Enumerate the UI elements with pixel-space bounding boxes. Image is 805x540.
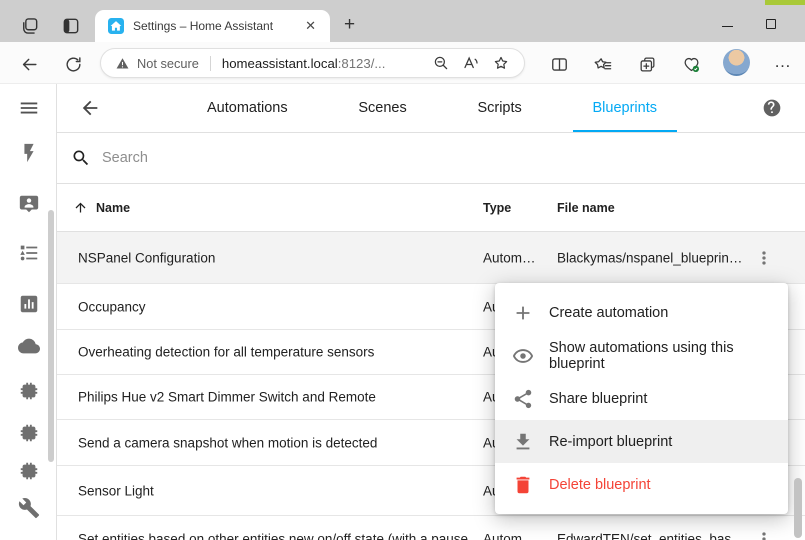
tab-scenes[interactable]: Scenes: [338, 84, 426, 132]
menu-item-delete-blueprint[interactable]: Delete blueprint: [495, 463, 788, 506]
menu-item-label: Share blueprint: [549, 391, 647, 407]
row-name: NSPanel Configuration: [78, 250, 468, 265]
sort-ascending-icon: [73, 200, 88, 215]
tab-close-icon[interactable]: ✕: [301, 18, 320, 34]
screen-indicator-strip: [765, 0, 805, 5]
window-maximize-icon[interactable]: [756, 10, 786, 32]
row-overflow-menu-icon[interactable]: [751, 245, 777, 271]
url-host: homeassistant.local: [222, 56, 338, 71]
table-row-set-entities[interactable]: Set entities based on other entities new…: [57, 516, 805, 540]
address-bar[interactable]: Not secure homeassistant.local:8123/...: [100, 48, 525, 78]
row-name: Set entities based on other entities new…: [78, 531, 468, 540]
plus-icon: [512, 302, 534, 324]
table-header: Name Type File name: [57, 184, 805, 232]
sidebar-item-developer-tools[interactable]: [17, 496, 41, 520]
split-screen-icon[interactable]: [546, 51, 572, 77]
workspaces-icon[interactable]: [18, 14, 42, 38]
row-name: Philips Hue v2 Smart Dimmer Switch and R…: [78, 390, 468, 405]
page-scrollbar[interactable]: [794, 478, 802, 538]
hamburger-menu-icon[interactable]: [17, 96, 41, 120]
download-icon: [512, 431, 534, 453]
row-file: EdwardTEN/set_entities_bas…: [557, 531, 749, 540]
row-type: Autom…: [483, 250, 549, 265]
browser-toolbar: Not secure homeassistant.local:8123/...: [0, 42, 805, 84]
menu-item-create-automation[interactable]: Create automation: [495, 291, 788, 334]
menu-item-label: Re-import blueprint: [549, 434, 672, 450]
sidebar-item-chip-2[interactable]: [17, 421, 41, 445]
column-header-name[interactable]: Name: [73, 184, 130, 231]
tab-blueprints[interactable]: Blueprints: [573, 84, 677, 132]
row-name: Send a camera snapshot when motion is de…: [78, 435, 468, 450]
profile-avatar[interactable]: [723, 49, 750, 76]
read-aloud-icon[interactable]: [456, 50, 486, 76]
row-type: Autom: [483, 531, 549, 540]
row-name: Occupancy: [78, 299, 468, 314]
table-row-nspanel[interactable]: NSPanel Configuration Autom… Blackymas/n…: [57, 232, 805, 284]
menu-item-label: Delete blueprint: [549, 477, 651, 493]
menu-item-label: Create automation: [549, 305, 668, 321]
divider: [210, 56, 211, 71]
ha-header: Automations Scenes Scripts Blueprints: [57, 84, 805, 133]
back-icon[interactable]: [16, 51, 42, 77]
home-assistant-logo-icon: [108, 18, 124, 34]
column-header-type[interactable]: Type: [483, 184, 511, 231]
security-label: Not secure: [137, 56, 199, 71]
ha-sidebar: [0, 84, 57, 540]
blueprint-context-menu: Create automation Show automations using…: [495, 283, 788, 514]
sidebar-item-energy[interactable]: [17, 141, 41, 165]
favorite-star-icon[interactable]: [486, 50, 516, 76]
sidebar-item-history[interactable]: [17, 292, 41, 316]
sidebar-item-person[interactable]: [17, 192, 41, 216]
ha-back-icon[interactable]: [77, 96, 103, 122]
window-minimize-icon[interactable]: [712, 10, 742, 32]
row-name: Sensor Light: [78, 483, 468, 498]
browser-essentials-icon[interactable]: [678, 51, 704, 77]
row-file: Blackymas/nspanel_blueprin…: [557, 250, 749, 265]
share-icon: [512, 388, 534, 410]
zoom-out-icon[interactable]: [426, 50, 456, 76]
search-input[interactable]: [100, 149, 805, 167]
column-header-file[interactable]: File name: [557, 184, 615, 231]
browser-menu-icon[interactable]: …: [768, 48, 798, 76]
help-icon[interactable]: [761, 98, 783, 120]
row-overflow-menu-icon[interactable]: [751, 526, 777, 540]
tab-scripts[interactable]: Scripts: [457, 84, 541, 132]
browser-titlebar: Settings – Home Assistant ✕ +: [0, 0, 805, 42]
favorites-bar-icon[interactable]: [590, 51, 616, 77]
new-tab-icon[interactable]: +: [338, 14, 361, 35]
browser-tab[interactable]: Settings – Home Assistant ✕: [95, 10, 330, 42]
menu-item-label: Show automations using this blueprint: [549, 340, 772, 372]
menu-item-reimport-blueprint[interactable]: Re-import blueprint: [495, 420, 788, 463]
browser-window: Settings – Home Assistant ✕ +: [0, 0, 805, 540]
security-status[interactable]: Not secure: [115, 56, 199, 71]
menu-item-show-automations[interactable]: Show automations using this blueprint: [495, 334, 788, 377]
ha-tab-bar: Automations Scenes Scripts Blueprints: [187, 84, 677, 132]
tab-title: Settings – Home Assistant: [133, 19, 301, 33]
url-path: :8123/...: [338, 56, 386, 71]
sidebar-item-cloud[interactable]: [17, 334, 41, 358]
warning-icon: [115, 56, 130, 71]
search-icon: [71, 148, 91, 168]
collections-icon[interactable]: [634, 51, 660, 77]
search-bar: [57, 133, 805, 184]
tab-automations[interactable]: Automations: [187, 84, 308, 132]
sidebar-item-todo-lists[interactable]: [17, 241, 41, 265]
tab-actions-icon[interactable]: [59, 14, 83, 38]
sidebar-scrollbar[interactable]: [48, 210, 54, 462]
sidebar-item-chip-1[interactable]: [17, 379, 41, 403]
row-name: Overheating detection for all temperatur…: [78, 345, 468, 360]
refresh-icon[interactable]: [60, 51, 86, 77]
sidebar-item-chip-3[interactable]: [17, 459, 41, 483]
trash-icon: [512, 474, 534, 496]
eye-icon: [512, 345, 534, 367]
menu-item-share-blueprint[interactable]: Share blueprint: [495, 377, 788, 420]
blueprints-page: Name Type File name NSPanel Configuratio…: [57, 133, 805, 540]
